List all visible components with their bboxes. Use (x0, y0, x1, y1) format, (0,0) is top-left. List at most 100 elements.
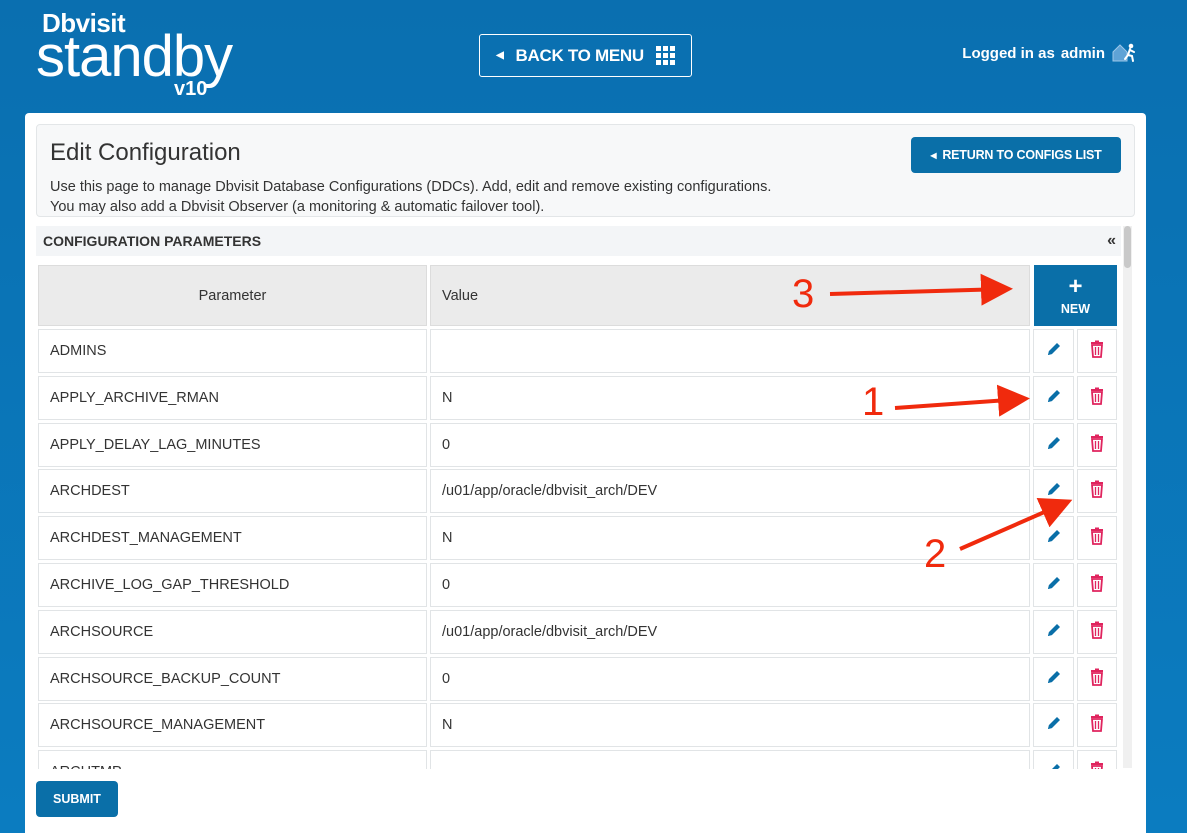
parameter-value: /u01/app/oracle/dbvisit_arch/DEV (430, 609, 1030, 654)
plus-icon: + (1068, 272, 1083, 300)
login-status: Logged in as admin (962, 42, 1137, 64)
pencil-icon (1045, 434, 1063, 456)
trash-icon (1089, 434, 1105, 456)
delete-button[interactable] (1077, 609, 1117, 654)
back-to-menu-label: BACK TO MENU (515, 45, 645, 65)
edit-button[interactable] (1033, 469, 1074, 514)
parameter-name: ADMINS (38, 329, 427, 373)
logo-version: v10 (174, 78, 208, 100)
pencil-icon (1045, 340, 1063, 362)
parameter-name: APPLY_DELAY_LAG_MINUTES (38, 422, 427, 467)
login-prefix: Logged in as (962, 44, 1055, 62)
parameters-table: Parameter Value + NEW ADMINS APPLY_ARCHIV… (36, 263, 1121, 769)
scrollbar-thumb[interactable] (1124, 226, 1131, 268)
pencil-icon (1045, 668, 1063, 690)
return-to-configs-label: RETURN TO CONFIGS LIST (942, 148, 1102, 162)
parameter-name: ARCHDEST_MANAGEMENT (38, 516, 427, 561)
edit-button[interactable] (1033, 375, 1074, 420)
edit-button[interactable] (1033, 609, 1074, 654)
trash-icon (1089, 480, 1105, 502)
edit-button[interactable] (1033, 750, 1074, 769)
parameter-value: N (430, 375, 1030, 420)
parameter-value: /u01/app/oracle/dbvisit_arch/DEV (430, 469, 1030, 514)
pencil-icon (1045, 621, 1063, 643)
parameter-name: ARCHSOURCE_MANAGEMENT (38, 703, 427, 748)
return-to-configs-button[interactable]: ◀ RETURN TO CONFIGS LIST (911, 137, 1121, 173)
parameter-value (430, 329, 1030, 373)
trash-icon (1089, 714, 1105, 736)
edit-button[interactable] (1033, 656, 1074, 701)
delete-button[interactable] (1077, 469, 1117, 514)
annotation-number-2: 2 (924, 532, 947, 576)
parameter-name: ARCHIVE_LOG_GAP_THRESHOLD (38, 563, 427, 607)
vertical-scrollbar[interactable] (1123, 226, 1132, 768)
left-triangle-icon: ◀ (930, 150, 937, 160)
table-row: ARCHSOURCE/u01/app/oracle/dbvisit_arch/D… (36, 609, 1121, 654)
table-row: APPLY_ARCHIVE_RMAN N (36, 375, 1121, 420)
pencil-icon (1045, 761, 1063, 769)
edit-button[interactable] (1033, 516, 1074, 561)
table-row: APPLY_DELAY_LAG_MINUTES 0 (36, 422, 1121, 467)
config-parameters-header: CONFIGURATION PARAMETERS « (36, 226, 1121, 256)
trash-icon (1089, 574, 1105, 596)
edit-button[interactable] (1033, 563, 1074, 607)
trash-icon (1089, 527, 1105, 549)
parameter-name: ARCHSOURCE_BACKUP_COUNT (38, 656, 427, 701)
submit-button[interactable]: SUBMIT (36, 781, 118, 817)
annotation-number-1: 1 (862, 380, 885, 424)
delete-button[interactable] (1077, 563, 1117, 607)
delete-button[interactable] (1077, 516, 1117, 561)
logout-icon[interactable] (1111, 42, 1137, 64)
intro-box: Edit Configuration Use this page to mana… (36, 124, 1135, 217)
edit-button[interactable] (1033, 422, 1074, 467)
table-row: ARCHIVE_LOG_GAP_THRESHOLD 0 (36, 563, 1121, 607)
parameter-value: 0 (430, 422, 1030, 467)
intro-line-2: You may also add a Dbvisit Observer (a m… (50, 199, 545, 215)
delete-button[interactable] (1077, 703, 1117, 748)
back-to-menu-button[interactable]: ◀ BACK TO MENU (479, 34, 692, 77)
edit-button[interactable] (1033, 329, 1074, 373)
new-parameter-button[interactable]: + NEW (1034, 265, 1117, 326)
pencil-icon (1045, 574, 1063, 596)
table-header-row: Parameter Value + NEW (36, 265, 1121, 326)
section-title: CONFIGURATION PARAMETERS (43, 233, 262, 249)
table-row: ARCHTMP (36, 750, 1121, 769)
parameter-name: ARCHDEST (38, 469, 427, 514)
table-row: ADMINS (36, 329, 1121, 373)
column-header-value: Value (430, 265, 1030, 326)
edit-button[interactable] (1033, 703, 1074, 748)
table-row: ARCHSOURCE_BACKUP_COUNT 0 (36, 656, 1121, 701)
pencil-icon (1045, 714, 1063, 736)
table-row: ARCHDEST/u01/app/oracle/dbvisit_arch/DEV (36, 469, 1121, 514)
trash-icon (1089, 668, 1105, 690)
delete-button[interactable] (1077, 422, 1117, 467)
page-title: Edit Configuration (50, 139, 241, 166)
delete-button[interactable] (1077, 656, 1117, 701)
parameter-name: ARCHTMP (38, 750, 427, 769)
delete-button[interactable] (1077, 750, 1117, 769)
collapse-icon[interactable]: « (1107, 232, 1116, 250)
parameter-value: N (430, 703, 1030, 748)
login-user: admin (1060, 44, 1105, 62)
grid-icon (655, 46, 675, 65)
pencil-icon (1045, 480, 1063, 502)
trash-icon (1089, 761, 1105, 769)
table-row: ARCHDEST_MANAGEMENT N (36, 516, 1121, 561)
pencil-icon (1045, 387, 1063, 409)
parameter-name: ARCHSOURCE (38, 609, 427, 654)
parameter-value: 0 (430, 656, 1030, 701)
main-panel: Edit Configuration Use this page to mana… (25, 113, 1146, 833)
dbvisit-standby-logo: Dbvisit standby v10 (36, 8, 251, 100)
annotation-number-3: 3 (792, 272, 815, 316)
trash-icon (1089, 340, 1105, 362)
pencil-icon (1045, 527, 1063, 549)
delete-button[interactable] (1077, 375, 1117, 420)
column-header-parameter: Parameter (38, 265, 427, 326)
parameter-name: APPLY_ARCHIVE_RMAN (38, 375, 427, 420)
intro-line-1: Use this page to manage Dbvisit Database… (50, 179, 772, 195)
delete-button[interactable] (1077, 329, 1117, 373)
table-row: ARCHSOURCE_MANAGEMENT N (36, 703, 1121, 748)
left-triangle-icon: ◀ (496, 50, 504, 61)
trash-icon (1089, 387, 1105, 409)
trash-icon (1089, 621, 1105, 643)
